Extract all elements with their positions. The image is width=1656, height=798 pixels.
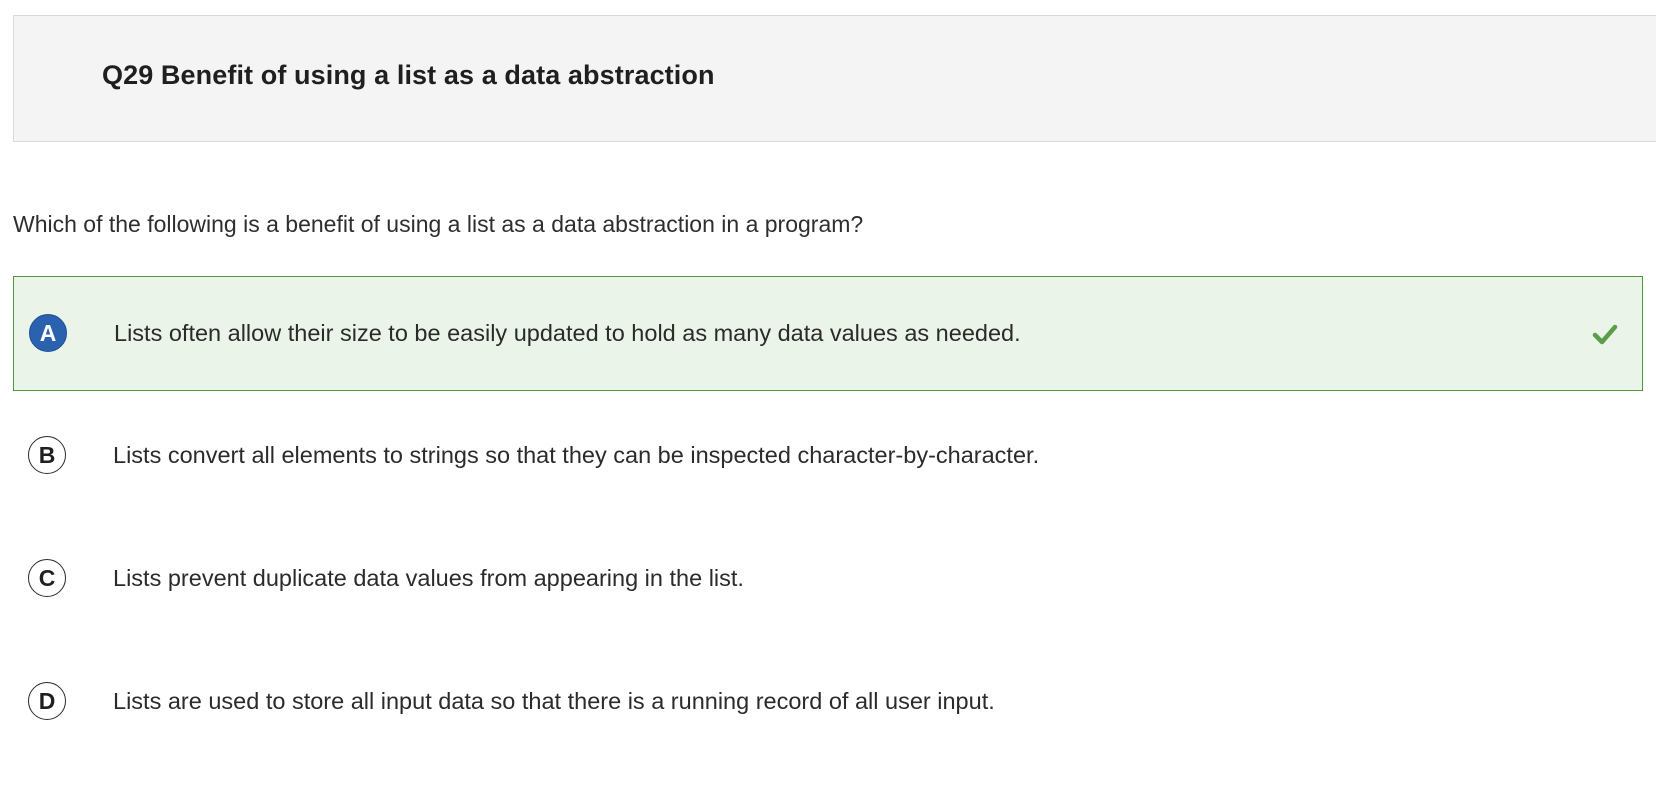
choice-text-a: Lists often allow their size to be easil…: [114, 320, 1021, 346]
choice-b[interactable]: B Lists convert all elements to strings …: [13, 399, 1643, 514]
choice-c[interactable]: C Lists prevent duplicate data values fr…: [13, 522, 1643, 637]
choice-text-d: Lists are used to store all input data s…: [113, 688, 995, 714]
question-title: Q29 Benefit of using a list as a data ab…: [102, 60, 715, 90]
choice-a[interactable]: A Lists often allow their size to be eas…: [13, 276, 1643, 391]
choice-letter-a: A: [29, 314, 67, 352]
choice-text-c: Lists prevent duplicate data values from…: [113, 565, 744, 591]
check-icon: [1592, 324, 1618, 345]
choice-letter-b: B: [28, 436, 66, 474]
choice-d[interactable]: D Lists are used to store all input data…: [13, 645, 1643, 760]
choice-text-b: Lists convert all elements to strings so…: [113, 442, 1040, 468]
question-prompt: Which of the following is a benefit of u…: [13, 211, 864, 237]
choice-letter-d: D: [28, 682, 66, 720]
question-header: Q29 Benefit of using a list as a data ab…: [13, 15, 1656, 142]
choice-letter-c: C: [28, 559, 66, 597]
